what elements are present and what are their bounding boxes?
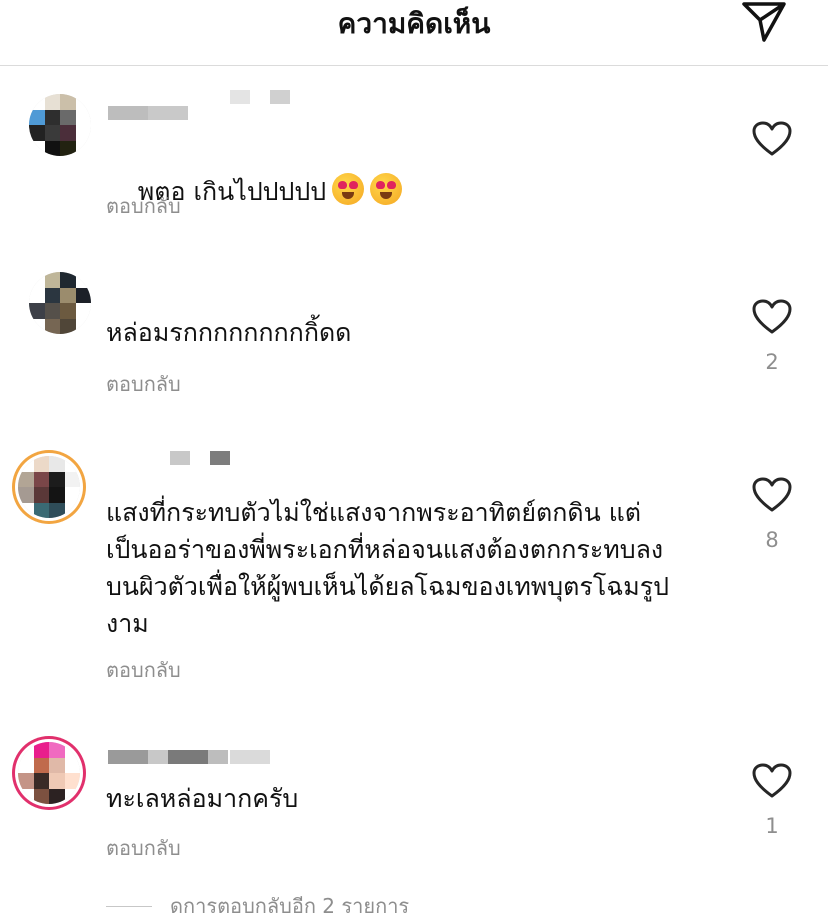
comment-text: แสงที่กระทบตัวไม่ใช่แสงจากพระอาทิตย์ตกดิ…	[106, 498, 670, 638]
heart-outline-icon[interactable]	[752, 477, 792, 513]
comment-text: พตอ เกินไปปปปป	[106, 136, 746, 247]
page-title: ความคิดเห็น	[337, 7, 491, 40]
avatar[interactable]	[29, 94, 91, 156]
view-replies-label: ดการตอบกลับอีก 2 รายการ	[170, 894, 410, 918]
timestamp-blurred	[230, 750, 270, 764]
reply-button[interactable]: ตอบกลับ	[106, 190, 181, 222]
username-blurred[interactable]	[108, 750, 228, 764]
avatar[interactable]	[29, 272, 91, 334]
username-blurred[interactable]	[108, 106, 188, 120]
like-count: 1	[765, 814, 779, 838]
comment-text: ทะเลหล่อมากครับ	[106, 784, 299, 813]
heart-eyes-emoji	[370, 173, 403, 205]
username-blurred[interactable]	[150, 451, 230, 465]
avatar[interactable]	[18, 742, 80, 804]
heart-outline-icon[interactable]	[752, 763, 792, 799]
reply-button[interactable]: ตอบกลับ	[106, 832, 181, 864]
heart-eyes-emoji	[332, 173, 365, 205]
timestamp-blurred	[230, 90, 290, 104]
send-icon[interactable]	[738, 0, 788, 44]
comment-text: หล่อมรกกกกกกกกกิ้ดด	[106, 318, 352, 347]
reply-button[interactable]: ตอบกลับ	[106, 368, 181, 400]
like-count: 2	[765, 350, 779, 374]
replies-divider	[106, 905, 152, 907]
reply-button[interactable]: ตอบกลับ	[106, 654, 181, 686]
heart-outline-icon[interactable]	[752, 121, 792, 157]
heart-outline-icon[interactable]	[752, 299, 792, 335]
comments-header: ความคิดเห็น	[0, 0, 828, 66]
view-more-replies-button[interactable]: ดการตอบกลับอีก 2 รายการ	[106, 890, 409, 922]
like-count: 8	[765, 528, 779, 552]
avatar[interactable]	[18, 456, 80, 518]
